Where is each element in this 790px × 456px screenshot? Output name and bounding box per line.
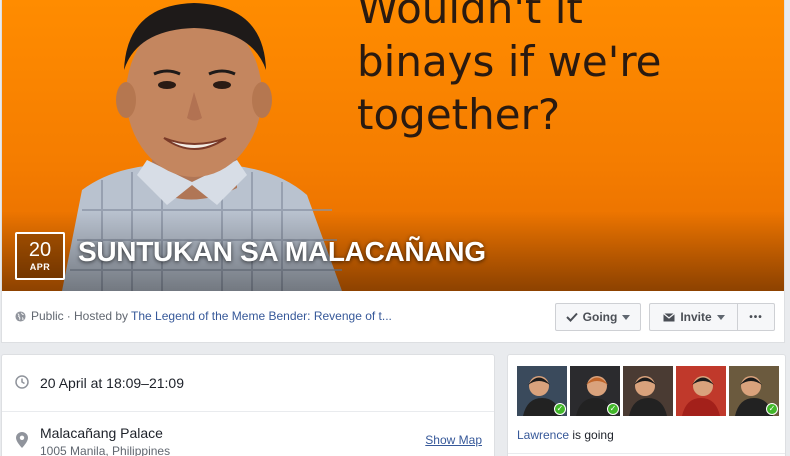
event-action-row: Public · Hosted by The Legend of the Mem…: [2, 291, 784, 342]
going-summary: Lawrence is going: [517, 428, 614, 442]
more-options-button[interactable]: •••: [737, 303, 775, 331]
guest-avatar-5[interactable]: ✓: [729, 366, 779, 416]
guests-card: ✓ ✓ ✓ Lawrence is going: [507, 354, 786, 456]
event-date-month: APR: [29, 262, 51, 272]
profile-photo: [676, 366, 726, 416]
guest-avatar-4[interactable]: [676, 366, 726, 416]
guest-avatar-1[interactable]: ✓: [517, 366, 567, 416]
host-link[interactable]: The Legend of the Meme Bender: Revenge o…: [131, 309, 392, 323]
event-title: SUNTUKAN SA MALACAÑANG: [78, 236, 486, 267]
going-guest-name[interactable]: Lawrence: [517, 428, 569, 442]
hosted-by-label: · Hosted by: [66, 309, 129, 323]
event-privacy-host: Public · Hosted by The Legend of the Mem…: [15, 309, 392, 323]
chevron-down-icon: [622, 314, 631, 320]
going-check-icon: ✓: [607, 403, 619, 415]
envelope-icon: [663, 312, 676, 321]
invite-button[interactable]: Invite: [649, 303, 738, 331]
going-suffix: is going: [572, 428, 614, 442]
going-check-icon: ✓: [554, 403, 566, 415]
going-button-label: Going: [582, 310, 618, 324]
invite-button-label: Invite: [680, 310, 712, 324]
guests-divider: [508, 453, 785, 454]
event-date-day: 20: [28, 239, 52, 261]
event-location-row[interactable]: Malacañang Palace 1005 Manila, Philippin…: [2, 412, 494, 456]
event-place-name[interactable]: Malacañang Palace: [40, 425, 163, 441]
globe-icon: [15, 310, 26, 322]
event-details-card: 20 April at 18:09–21:09 Malacañang Palac…: [1, 354, 495, 456]
guest-avatar-2[interactable]: ✓: [570, 366, 620, 416]
check-icon: [565, 312, 578, 322]
clock-icon: [15, 375, 29, 389]
event-time-row[interactable]: 20 April at 18:09–21:09: [2, 355, 494, 412]
going-check-icon: ✓: [766, 403, 778, 415]
more-dots-icon: •••: [749, 311, 763, 323]
location-pin-icon: [16, 432, 28, 448]
event-time: 20 April at 18:09–21:09: [40, 375, 185, 391]
chevron-down-icon: [716, 314, 725, 320]
privacy-label: Public: [31, 309, 64, 323]
event-place-address: 1005 Manila, Philippines: [40, 444, 171, 456]
show-map-link[interactable]: Show Map: [425, 433, 482, 447]
event-header: Wouldn't it binays if we're together? 20…: [1, 0, 785, 343]
guest-avatar-3[interactable]: [623, 366, 673, 416]
profile-photo: [623, 366, 673, 416]
event-date-box: 20 APR: [15, 232, 65, 280]
cover-photo[interactable]: Wouldn't it binays if we're together? 20…: [2, 0, 784, 291]
cover-caption: Wouldn't it binays if we're together?: [357, 0, 662, 139]
guest-avatars: ✓ ✓ ✓: [517, 366, 779, 416]
going-button[interactable]: Going: [555, 303, 641, 331]
